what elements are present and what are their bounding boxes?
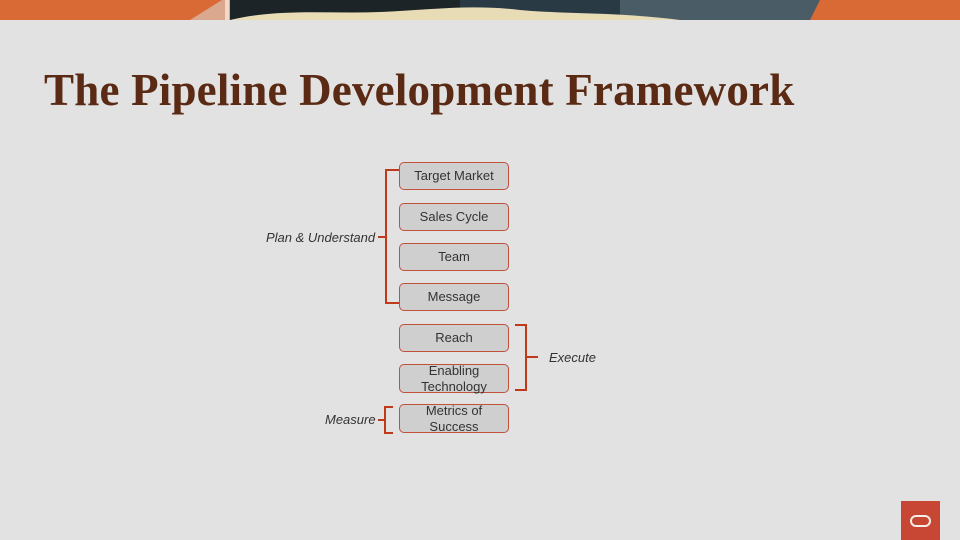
step-message: Message xyxy=(399,283,509,311)
execute-bracket xyxy=(515,324,527,391)
step-reach: Reach xyxy=(399,324,509,352)
plan-bracket xyxy=(385,169,399,304)
group-label-measure: Measure xyxy=(325,412,376,427)
measure-bracket xyxy=(384,406,393,434)
step-target-market: Target Market xyxy=(399,162,509,190)
oracle-logo-icon xyxy=(901,501,940,540)
step-team: Team xyxy=(399,243,509,271)
group-label-plan-understand: Plan & Understand xyxy=(266,230,376,245)
step-enabling-technology: Enabling Technology xyxy=(399,363,509,394)
step-metrics-of-success: Metrics of Success xyxy=(399,403,509,434)
group-label-execute: Execute xyxy=(549,350,596,365)
step-sales-cycle: Sales Cycle xyxy=(399,203,509,231)
